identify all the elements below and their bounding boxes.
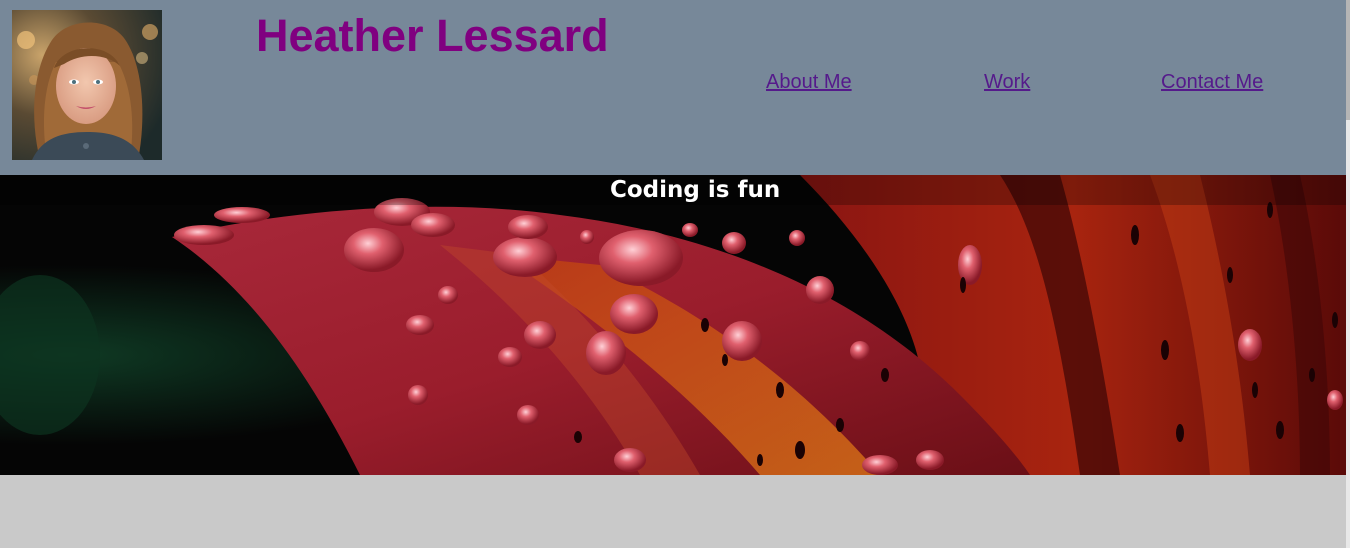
avatar — [12, 10, 162, 160]
hero-banner: Coding is fun — [0, 175, 1346, 475]
vertical-scrollbar[interactable] — [1346, 0, 1350, 548]
nav-link-about-me[interactable]: About Me — [766, 70, 852, 94]
site-title: Heather Lessard — [256, 10, 609, 61]
page: Heather Lessard About Me Work Contact Me — [0, 0, 1350, 548]
portrait-photo — [12, 10, 162, 160]
nav-link-contact-me[interactable]: Contact Me — [1161, 70, 1263, 94]
nav-link-work[interactable]: Work — [984, 70, 1030, 94]
site-header: Heather Lessard About Me Work Contact Me — [0, 0, 1346, 175]
hero-tagline: Coding is fun — [610, 177, 781, 203]
hero-image — [0, 175, 1346, 475]
scrollbar-thumb[interactable] — [1346, 0, 1350, 120]
